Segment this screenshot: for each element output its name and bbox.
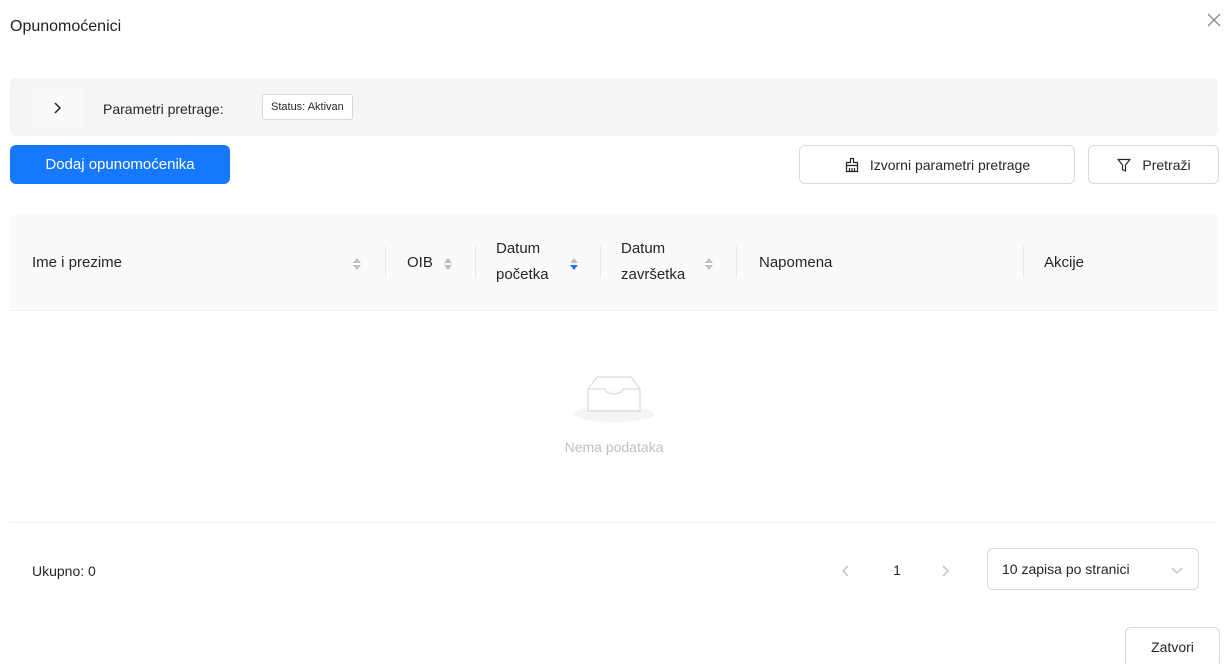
search-parameters-bar: Parametri pretrage: Status: Aktivan xyxy=(10,78,1218,136)
page-size-select[interactable]: 10 zapisa po stranici xyxy=(987,548,1199,590)
sort-descending-icon[interactable] xyxy=(569,257,579,271)
column-header-note: Napomena xyxy=(759,254,833,271)
table-header: Ime i prezime OIB Datum početka Datum za… xyxy=(10,214,1218,311)
filter-icon xyxy=(1117,158,1131,172)
column-header-start-date[interactable]: Datum xyxy=(496,238,540,260)
reset-search-params-button[interactable]: Izvorni parametri pretrage xyxy=(799,145,1075,184)
table-empty-state: Nema podataka xyxy=(10,311,1218,523)
column-divider xyxy=(1023,246,1024,278)
column-divider xyxy=(475,246,476,278)
search-button[interactable]: Pretraži xyxy=(1088,145,1219,184)
empty-state-text: Nema podataka xyxy=(564,439,664,455)
pagination-prev-icon[interactable] xyxy=(835,560,857,582)
reset-search-params-label: Izvorni parametri pretrage xyxy=(869,156,1031,173)
sort-icon[interactable] xyxy=(352,257,362,271)
modal-title: Opunomoćenici xyxy=(10,18,122,35)
sort-icon[interactable] xyxy=(443,257,453,271)
chevron-right-icon xyxy=(54,102,62,114)
pagination-page-1[interactable]: 1 xyxy=(886,562,908,578)
sort-icon[interactable] xyxy=(704,257,714,271)
total-count: Ukupno: 0 xyxy=(32,563,96,579)
search-params-label: Parametri pretrage: xyxy=(103,101,224,117)
close-button[interactable]: Zatvori xyxy=(1125,627,1220,664)
chevron-down-icon xyxy=(1171,567,1183,574)
close-icon[interactable] xyxy=(1202,8,1224,32)
column-header-start-date-line2[interactable]: početka xyxy=(496,264,549,286)
column-divider xyxy=(600,246,601,278)
column-divider xyxy=(385,246,386,278)
column-header-oib[interactable]: OIB xyxy=(407,252,433,274)
column-divider xyxy=(736,246,737,278)
expand-search-button[interactable] xyxy=(32,88,84,128)
column-header-end-date[interactable]: Datum xyxy=(621,238,665,260)
status-filter-tag: Status: Aktivan xyxy=(262,94,353,120)
pagination-next-icon[interactable] xyxy=(934,560,956,582)
clear-icon xyxy=(845,157,858,172)
add-authorized-person-button[interactable]: Dodaj opunomoćenika xyxy=(10,145,230,184)
page-size-value: 10 zapisa po stranici xyxy=(1002,561,1130,577)
empty-inbox-icon xyxy=(574,376,654,422)
column-header-name[interactable]: Ime i prezime xyxy=(32,252,122,274)
column-header-actions: Akcije xyxy=(1044,254,1085,271)
search-button-label: Pretraži xyxy=(1142,156,1191,173)
column-header-end-date-line2[interactable]: završetka xyxy=(621,264,685,286)
